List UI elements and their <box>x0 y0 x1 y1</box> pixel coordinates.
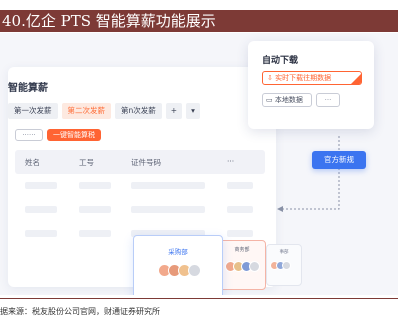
department-avatars <box>270 261 291 270</box>
department-label: 事部 <box>279 250 289 255</box>
avatar <box>249 261 260 272</box>
table-row <box>15 203 265 215</box>
department-avatars <box>158 264 201 277</box>
cloud-download-icon: ⇩ <box>267 74 276 82</box>
more-options-button[interactable]: ······ <box>15 129 43 141</box>
tab-dropdown-button[interactable]: ▾ <box>186 103 200 119</box>
panel-title: 智能算薪 <box>8 83 48 94</box>
department-card-third[interactable]: 事部 <box>266 244 302 286</box>
more-download-options[interactable]: ··· <box>316 93 340 107</box>
department-card-purchase[interactable]: 采购部 <box>133 235 223 295</box>
local-data-label: 本地数据 <box>274 96 303 104</box>
slide-title: 40.亿企 PTS 智能算薪功能展示 <box>0 10 398 32</box>
column-name: 姓名 <box>25 158 40 167</box>
realtime-download-option[interactable]: ⇩ 实时下载往期数据 <box>262 71 362 85</box>
department-label: 采购部 <box>168 248 188 256</box>
source-note: 据来源：税友股份公司官网，财通证券研究所 <box>0 307 160 316</box>
illustration-canvas: 智能算薪 第一次发薪 第二次发薪 第n次发薪 + ▾ ······ 一键智能算税… <box>0 33 398 295</box>
official-rules-button[interactable]: 官方新规 <box>312 151 366 169</box>
payroll-tabs: 第一次发薪 第二次发薪 第n次发薪 + ▾ <box>8 103 200 119</box>
auto-download-title: 自动下载 <box>262 56 299 66</box>
column-employee-id: 工号 <box>79 158 94 167</box>
column-more: ··· <box>227 157 235 166</box>
column-id-number: 证件号码 <box>131 158 161 167</box>
table-row <box>15 179 265 191</box>
tab-nth-payroll[interactable]: 第n次发薪 <box>115 103 162 119</box>
source-divider <box>0 298 398 299</box>
realtime-download-label: 实时下载往期数据 <box>275 74 332 82</box>
panel-actions: ······ 一键智能算税 <box>15 129 101 141</box>
avatar <box>188 264 201 277</box>
monitor-icon: ▭ <box>266 96 275 104</box>
avatar <box>282 261 291 270</box>
auto-download-card: 自动下载 ⇩ 实时下载往期数据 ▭ 本地数据 ··· <box>248 41 374 129</box>
table-header: 姓名 工号 证件号码 ··· <box>15 150 265 174</box>
department-label: 商务部 <box>234 247 250 253</box>
tab-second-payroll[interactable]: 第二次发薪 <box>61 103 111 119</box>
local-data-option[interactable]: ▭ 本地数据 <box>262 93 312 107</box>
tab-first-payroll[interactable]: 第一次发薪 <box>8 103 58 119</box>
department-avatars <box>225 261 260 272</box>
department-card-business[interactable]: 商务部 <box>218 240 266 290</box>
one-click-tax-calc-button[interactable]: 一键智能算税 <box>47 129 101 141</box>
add-tab-button[interactable]: + <box>165 103 183 119</box>
